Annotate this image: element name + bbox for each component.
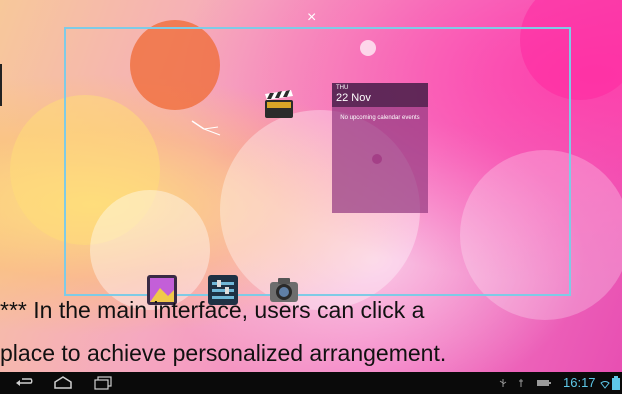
- calendar-header: THU 22 Nov: [332, 83, 428, 107]
- calendar-message: No upcoming calendar events: [340, 115, 420, 121]
- analog-clock-icon[interactable]: [188, 115, 222, 137]
- battery-small-icon: [537, 380, 551, 386]
- usb-icon: [499, 379, 507, 387]
- film-clapperboard-icon[interactable]: [263, 88, 295, 120]
- battery-icon: [612, 376, 620, 390]
- instruction-caption-line1: *** In the main interface, users can cli…: [0, 297, 425, 323]
- calendar-date: 22 Nov: [336, 92, 371, 104]
- home-icon[interactable]: [52, 376, 74, 390]
- calendar-day: THU: [336, 85, 349, 91]
- recent-apps-icon[interactable]: [92, 376, 114, 390]
- wifi-icon: [600, 381, 610, 389]
- usb-debug-icon: [519, 379, 523, 387]
- calendar-widget[interactable]: THU 22 Nov No upcoming calendar events: [332, 83, 428, 213]
- instruction-caption-line2: place to achieve personalized arrangemen…: [0, 340, 447, 366]
- back-icon[interactable]: [14, 376, 36, 390]
- edge-marker: [0, 64, 2, 106]
- close-icon[interactable]: ×: [307, 10, 316, 26]
- system-navigation-bar: 16:17: [0, 372, 622, 394]
- status-time: 16:17: [563, 375, 596, 390]
- home-drop-zone[interactable]: [64, 27, 571, 296]
